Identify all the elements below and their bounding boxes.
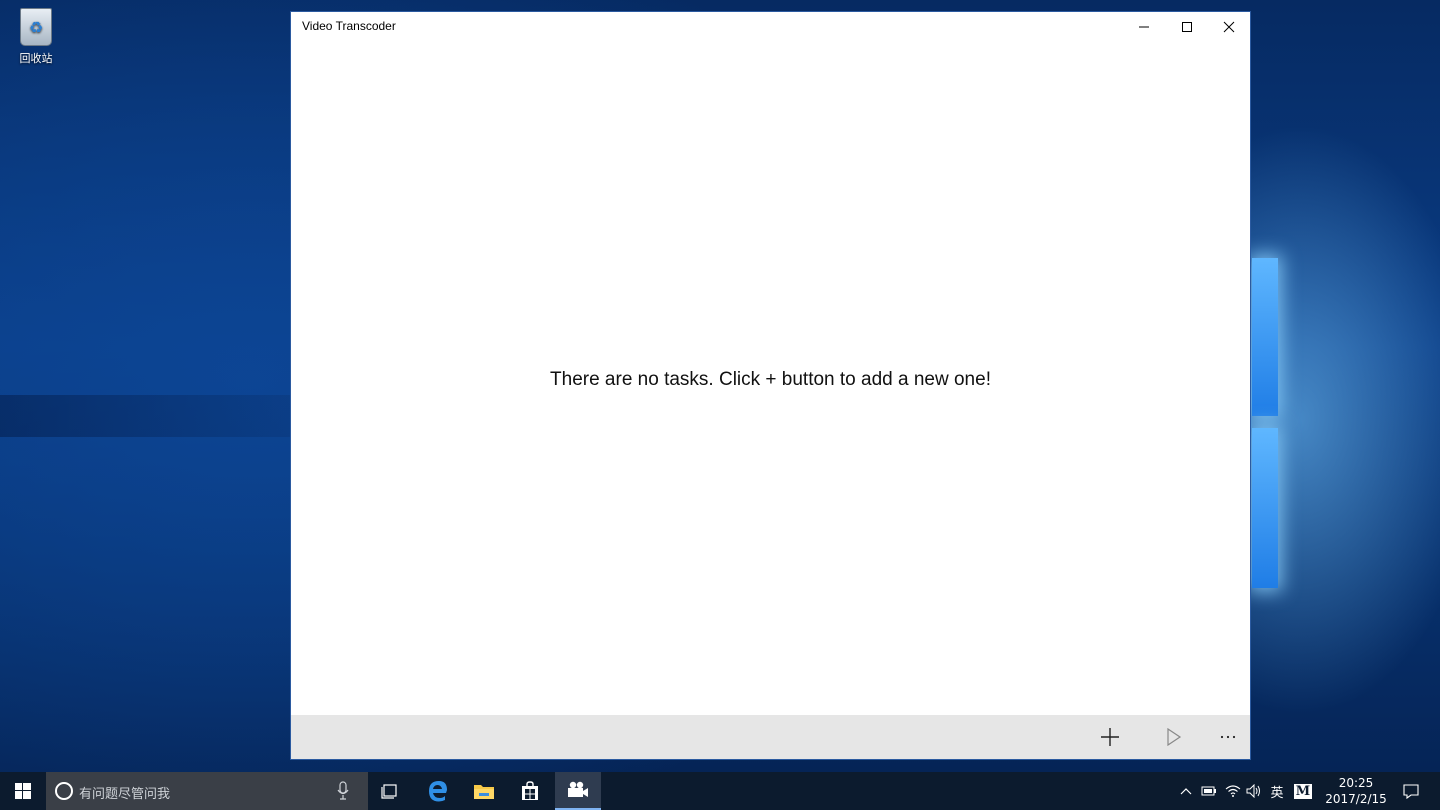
edge-button[interactable] <box>416 772 460 810</box>
recycle-bin-icon: ♻ <box>20 8 52 46</box>
action-center-button[interactable] <box>1396 772 1426 810</box>
network-button[interactable] <box>1222 772 1244 810</box>
recycle-bin-shortcut[interactable]: ♻ 回收站 <box>8 6 64 66</box>
microphone-icon[interactable] <box>336 781 350 801</box>
close-icon <box>1223 21 1235 33</box>
minimize-icon <box>1139 26 1149 28</box>
wifi-icon <box>1225 785 1241 797</box>
maximize-icon <box>1182 22 1192 32</box>
more-button[interactable] <box>1206 715 1250 759</box>
cortana-icon <box>55 782 73 800</box>
wallpaper-beam <box>0 395 300 437</box>
maximize-button[interactable] <box>1165 12 1209 42</box>
window-title: Video Transcoder <box>302 19 396 33</box>
search-box[interactable]: 有问题尽管问我 <box>46 772 368 810</box>
more-icon <box>1220 735 1236 739</box>
chevron-up-icon <box>1180 788 1192 795</box>
close-button[interactable] <box>1207 12 1251 42</box>
task-view-button[interactable] <box>368 772 412 810</box>
battery-icon <box>1201 786 1216 796</box>
clock-date: 2017/2/15 <box>1325 792 1387 806</box>
start-button[interactable] <box>0 772 46 810</box>
store-icon <box>522 781 538 800</box>
taskbar: 有问题尽管问我 英 M 20:25 2017/2/15 <box>0 772 1440 810</box>
empty-state-message: There are no tasks. Click + button to ad… <box>550 369 991 390</box>
recycle-bin-label: 回收站 <box>19 52 53 65</box>
notification-icon <box>1403 784 1419 799</box>
wallpaper-logo-pane <box>1252 258 1278 416</box>
start-button[interactable] <box>1152 715 1196 759</box>
input-language-indicator[interactable]: 英 <box>1266 772 1288 810</box>
add-icon <box>1101 728 1119 746</box>
video-transcoder-taskbar-button[interactable] <box>555 772 601 810</box>
ime-mode-label: M <box>1293 783 1313 799</box>
file-explorer-icon <box>474 785 494 799</box>
file-explorer-button[interactable] <box>462 772 506 810</box>
title-bar[interactable]: Video Transcoder <box>291 12 1250 42</box>
ime-mode-indicator[interactable]: M <box>1292 772 1314 810</box>
play-icon <box>1167 728 1182 746</box>
battery-button[interactable] <box>1198 772 1220 810</box>
show-hidden-icons-button[interactable] <box>1176 772 1196 810</box>
wallpaper-logo-pane <box>1252 428 1278 588</box>
app-window: Video Transcoder There are no tasks. Cli… <box>290 11 1251 760</box>
add-task-button[interactable] <box>1088 715 1132 759</box>
volume-button[interactable] <box>1244 772 1264 810</box>
video-transcoder-icon <box>568 781 588 797</box>
minimize-button[interactable] <box>1122 12 1166 42</box>
edge-icon <box>429 781 447 802</box>
windows-logo-icon <box>15 783 31 799</box>
search-placeholder: 有问题尽管问我 <box>79 787 171 802</box>
command-bar <box>291 715 1250 759</box>
store-button[interactable] <box>508 772 552 810</box>
clock-time: 20:25 <box>1338 776 1374 790</box>
taskbar-clock[interactable]: 20:25 2017/2/15 <box>1318 775 1394 807</box>
volume-icon <box>1246 784 1260 798</box>
task-view-icon <box>381 784 397 799</box>
